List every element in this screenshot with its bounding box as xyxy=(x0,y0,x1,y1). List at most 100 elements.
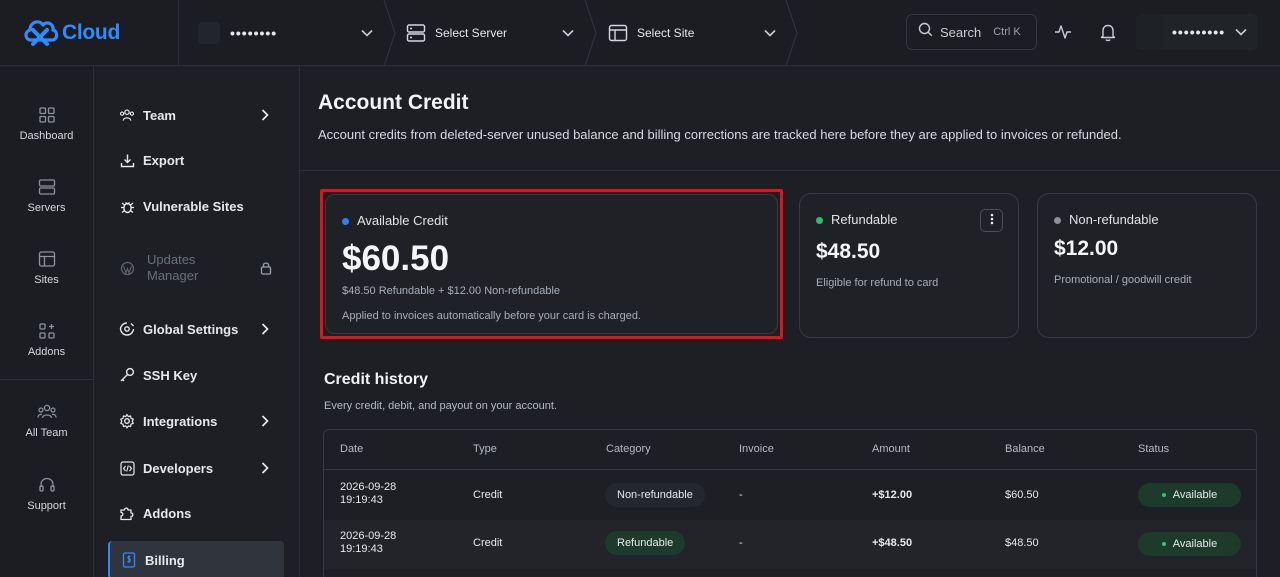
menu-item-integrations[interactable]: Integrations xyxy=(108,403,284,439)
bell-icon[interactable] xyxy=(1100,22,1116,47)
credit-note: Applied to invoices automatically before… xyxy=(342,310,641,322)
search-button[interactable]: Search Ctrl K xyxy=(906,14,1037,50)
user-name: ••••••••• xyxy=(1172,24,1226,40)
menu-item-ssh-key[interactable]: SSH Key xyxy=(108,357,284,393)
section-description: Every credit, debit, and payout on your … xyxy=(324,400,557,412)
site-icon xyxy=(608,23,628,43)
user-menu[interactable]: ••••••••• xyxy=(1136,14,1258,50)
code-icon xyxy=(119,460,135,476)
menu-item-label: Vulnerable Sites xyxy=(143,198,244,214)
rail-label: All Team xyxy=(25,427,68,439)
status-dot xyxy=(1161,542,1166,546)
rail-item-addons[interactable]: Addons xyxy=(0,322,93,358)
category-badge: Non-refundable xyxy=(605,483,705,507)
main-content: Account Credit Account credits from dele… xyxy=(300,66,1280,577)
amount-cell: +$48.50 xyxy=(872,537,913,549)
activity-icon[interactable] xyxy=(1054,22,1072,47)
chevron-right-icon xyxy=(258,414,272,433)
refundable-note: Eligible for refund to card xyxy=(816,277,939,289)
credit-history-table: Date Type Category Invoice Amount Balanc… xyxy=(323,429,1257,577)
breadcrumb-separator xyxy=(383,0,396,66)
nonrefundable-note: Promotional / goodwill credit xyxy=(1054,274,1192,286)
nonrefundable-amount: $12.00 xyxy=(1054,237,1119,260)
key-icon xyxy=(119,367,135,383)
team-icon xyxy=(0,403,93,421)
page-description: Account credits from deleted-server unus… xyxy=(318,127,1122,142)
table-row[interactable]: 2026-09-28 19:19:43 Credit Non-refundable… xyxy=(324,471,1256,520)
rail-label: Dashboard xyxy=(19,130,74,142)
balance-cell: $60.50 xyxy=(1005,489,1039,501)
status-dot xyxy=(342,218,349,226)
menu-item-developers[interactable]: Developers xyxy=(108,450,284,486)
menu-item-label: Updates Manager xyxy=(147,252,199,283)
menu-item-addons[interactable]: Addons xyxy=(108,495,284,531)
chevron-down-icon xyxy=(360,26,374,40)
menu-item-label: Developers xyxy=(143,460,214,476)
status-dot xyxy=(816,217,823,225)
rail-item-dashboard[interactable]: Dashboard xyxy=(0,106,93,142)
site-selector[interactable]: Select Site xyxy=(608,0,780,66)
kebab-menu-icon xyxy=(990,212,994,230)
rail-item-all-team[interactable]: All Team xyxy=(0,403,93,439)
category-badge: Refundable xyxy=(605,531,686,555)
sites-icon xyxy=(0,250,93,268)
team-icon xyxy=(119,107,135,123)
nonrefundable-credit-card: Non-refundable $12.00 Promotional / good… xyxy=(1037,193,1257,338)
settings-menu: Team Export Vulnerable Sites Updates Man… xyxy=(94,66,300,577)
site-select-label: Select Site xyxy=(637,26,695,40)
rail-label: Addons xyxy=(27,346,66,358)
refundable-amount: $48.50 xyxy=(816,240,881,263)
date-cell: 2026-09-28 19:19:43 xyxy=(340,530,397,555)
addons-icon xyxy=(0,322,93,340)
chevron-right-icon xyxy=(258,322,272,341)
receipt-icon xyxy=(121,552,137,568)
chevron-down-icon xyxy=(763,26,777,40)
menu-item-export[interactable]: Export xyxy=(108,142,284,178)
rail-item-support[interactable]: Support xyxy=(0,476,93,512)
menu-item-label: Addons xyxy=(143,505,192,521)
lock-icon xyxy=(260,261,272,280)
page-title: Account Credit xyxy=(318,91,469,114)
dashboard-icon xyxy=(0,106,93,124)
column-header: Date xyxy=(340,443,364,455)
column-header: Category xyxy=(606,443,651,455)
table-row[interactable]: 2026-09-28 19:19:43 Credit Refundable - +… xyxy=(324,520,1256,569)
chevron-down-icon xyxy=(1234,25,1248,44)
rail-item-servers[interactable]: Servers xyxy=(0,178,93,214)
available-credit-card: Available Credit $60.50 $48.50 Refundabl… xyxy=(320,189,783,339)
column-header: Type xyxy=(473,443,497,455)
divider xyxy=(0,379,93,380)
rail-item-sites[interactable]: Sites xyxy=(0,250,93,286)
server-select-label: Select Server xyxy=(435,26,508,40)
menu-item-label: Export xyxy=(143,152,185,168)
column-header: Balance xyxy=(1005,443,1045,455)
invoice-cell: - xyxy=(739,489,743,501)
invoice-cell: - xyxy=(739,537,743,549)
menu-item-billing[interactable]: Billing xyxy=(108,541,284,577)
divider xyxy=(178,0,179,66)
logo[interactable]: Cloud xyxy=(22,13,120,53)
type-cell: Credit xyxy=(473,537,503,549)
menu-item-global-settings[interactable]: Global Settings xyxy=(108,311,284,347)
download-icon xyxy=(119,152,135,168)
available-credit-amount: $60.50 xyxy=(342,239,450,278)
servers-icon xyxy=(0,178,93,196)
table-header: Date Type Category Invoice Amount Balanc… xyxy=(324,430,1256,470)
card-label: Available Credit xyxy=(342,213,448,228)
chevron-down-icon xyxy=(561,26,575,40)
bug-icon xyxy=(119,198,135,214)
card-label: Refundable xyxy=(816,212,898,227)
page-header: Account Credit Account credits from dele… xyxy=(300,66,1280,171)
card-label: Non-refundable xyxy=(1054,212,1159,227)
search-shortcut: Ctrl K xyxy=(993,26,1021,38)
status-badge: Available xyxy=(1138,483,1241,507)
account-selector[interactable]: •••••••• xyxy=(198,0,378,66)
menu-item-updates-manager: Updates Manager xyxy=(108,250,284,286)
chevron-right-icon xyxy=(258,108,272,127)
more-options-button[interactable] xyxy=(980,209,1003,232)
server-selector[interactable]: Select Server xyxy=(406,0,578,66)
menu-item-vulnerable-sites[interactable]: Vulnerable Sites xyxy=(108,188,284,224)
menu-item-label: SSH Key xyxy=(143,367,198,383)
menu-item-team[interactable]: Team xyxy=(108,97,284,133)
column-header: Status xyxy=(1138,443,1170,455)
